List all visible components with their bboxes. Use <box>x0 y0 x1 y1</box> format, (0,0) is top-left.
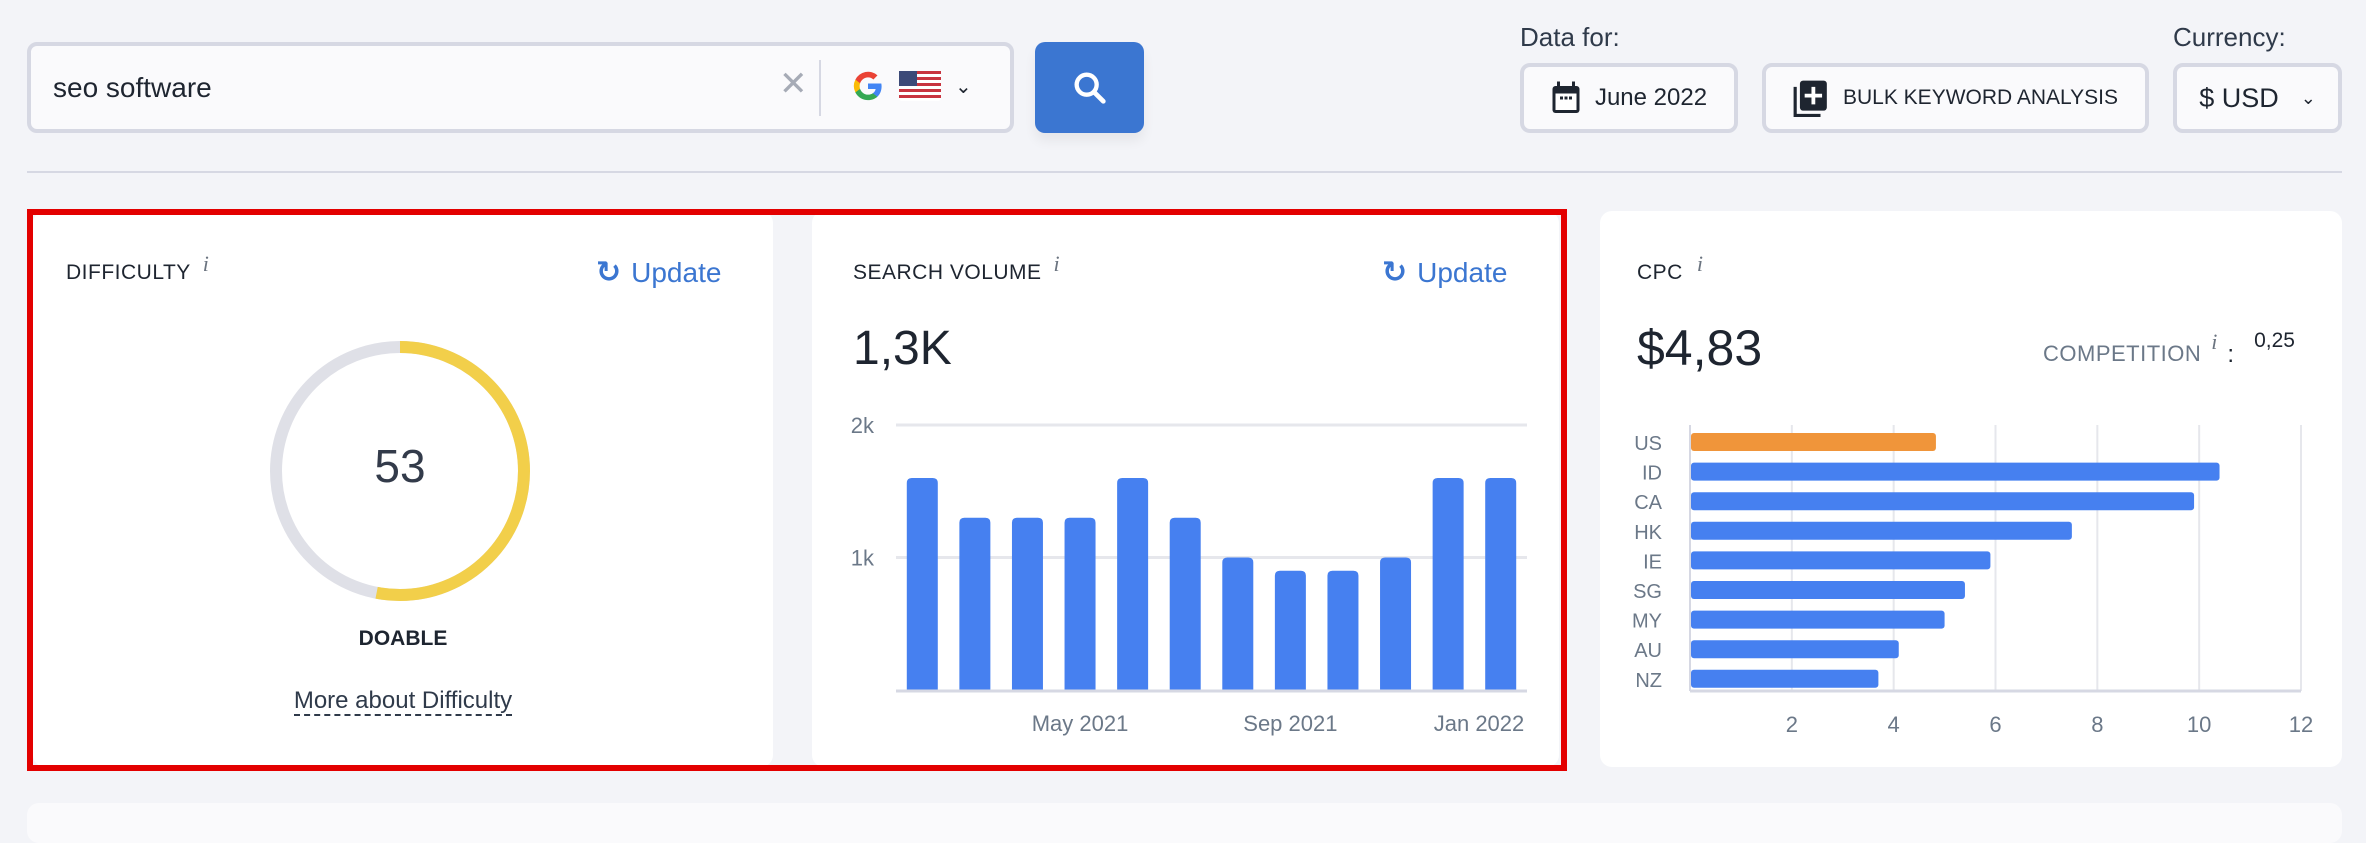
cpc-by-country-chart: 2 4 6 8 10 12 US ID CA HK IE SG MY AU NZ <box>1632 425 2313 737</box>
difficulty-card: DIFFICULTY i ↻ Update 53 DOABLE More abo… <box>33 211 773 767</box>
difficulty-value: 53 <box>374 440 426 492</box>
refresh-icon: ↻ <box>596 256 622 289</box>
country-label: CA <box>1634 492 1662 514</box>
search-volume-card: SEARCH VOLUME i ↻ Update 1,3K 1k 2k May 20… <box>812 211 1559 767</box>
next-section-card <box>27 803 2342 843</box>
bar <box>1327 570 1359 690</box>
bar <box>1117 478 1149 690</box>
search-box: ✕ ⌄ <box>27 42 1014 133</box>
bar <box>1011 517 1043 690</box>
country-label: SG <box>1633 581 1662 603</box>
x-tick-label: 2 <box>1786 712 1798 737</box>
currency-select[interactable]: $ USD ⌄ <box>2173 63 2342 133</box>
add-copy-icon <box>1793 80 1827 117</box>
country-label: ID <box>1642 463 1662 485</box>
x-tick-label: 4 <box>1888 712 1900 737</box>
bar <box>1691 640 1899 659</box>
search-input[interactable] <box>53 66 753 110</box>
bar <box>1485 478 1517 690</box>
x-tick-label: 12 <box>2289 712 2313 737</box>
currency-label: Currency: <box>2173 22 2286 52</box>
date-button[interactable]: June 2022 <box>1520 63 1738 133</box>
us-flag-icon <box>899 71 941 101</box>
country-label: HK <box>1634 522 1662 544</box>
bar <box>1222 557 1254 690</box>
chevron-down-icon: ⌄ <box>2300 87 2316 108</box>
bar <box>1691 521 2072 540</box>
country-label: IE <box>1643 551 1662 573</box>
chevron-down-icon: ⌄ <box>955 75 972 98</box>
bar <box>1691 610 1945 629</box>
more-about-difficulty-link[interactable]: More about Difficulty <box>293 687 513 716</box>
x-tick-label: May 2021 <box>1032 711 1129 736</box>
y-tick-label: 2k <box>851 413 875 438</box>
country-label: NZ <box>1635 670 1662 692</box>
cpc-card: CPC i $4,83 COMPETITION i : 0,25 2 4 6 8 10 1… <box>1600 211 2342 767</box>
x-tick-label: 8 <box>2091 712 2103 737</box>
divider <box>819 60 821 116</box>
data-for-label: Data for: <box>1520 22 1620 52</box>
bar <box>1691 581 1965 599</box>
country-label: AU <box>1634 640 1662 662</box>
bulk-keyword-analysis-button[interactable]: BULK KEYWORD ANALYSIS <box>1762 63 2149 133</box>
search-button[interactable] <box>1035 42 1144 133</box>
bar <box>1691 492 2195 511</box>
x-tick-label: Sep 2021 <box>1243 711 1337 736</box>
x-tick-label: 10 <box>2187 712 2211 737</box>
difficulty-title: DIFFICULTY <box>66 261 191 284</box>
bar <box>1691 669 1879 688</box>
bar <box>1169 517 1201 690</box>
bar <box>959 517 991 690</box>
engine-country-select[interactable]: ⌄ <box>851 68 972 104</box>
google-icon <box>853 71 882 101</box>
x-tick-label: 6 <box>1989 712 2001 737</box>
search-icon <box>1074 72 1106 104</box>
search-volume-chart: 1k 2k May 2021 Sep 2021 Jan 2022 <box>851 413 1527 736</box>
difficulty-update-button[interactable]: ↻ Update <box>596 255 721 290</box>
bar <box>906 478 938 690</box>
bar <box>1432 478 1464 690</box>
update-label: Update <box>631 256 722 288</box>
info-icon[interactable]: i <box>203 251 209 285</box>
clear-icon[interactable]: ✕ <box>779 64 808 104</box>
difficulty-level: DOABLE <box>358 627 448 650</box>
bar <box>1691 462 2220 481</box>
bulk-label: BULK KEYWORD ANALYSIS <box>1842 86 2119 109</box>
currency-value: $ USD <box>2199 82 2279 113</box>
bar <box>1380 557 1412 690</box>
country-label: US <box>1634 433 1662 455</box>
bar <box>1691 433 1936 451</box>
x-tick-label: Jan 2022 <box>1434 711 1525 736</box>
bar <box>1064 517 1096 690</box>
bar <box>1691 551 1991 570</box>
y-tick-label: 1k <box>851 546 875 571</box>
header-separator <box>27 171 2342 173</box>
country-label: MY <box>1632 611 1662 633</box>
bar <box>1274 570 1306 690</box>
date-label: June 2022 <box>1594 84 1708 111</box>
calendar-icon <box>1552 81 1580 113</box>
